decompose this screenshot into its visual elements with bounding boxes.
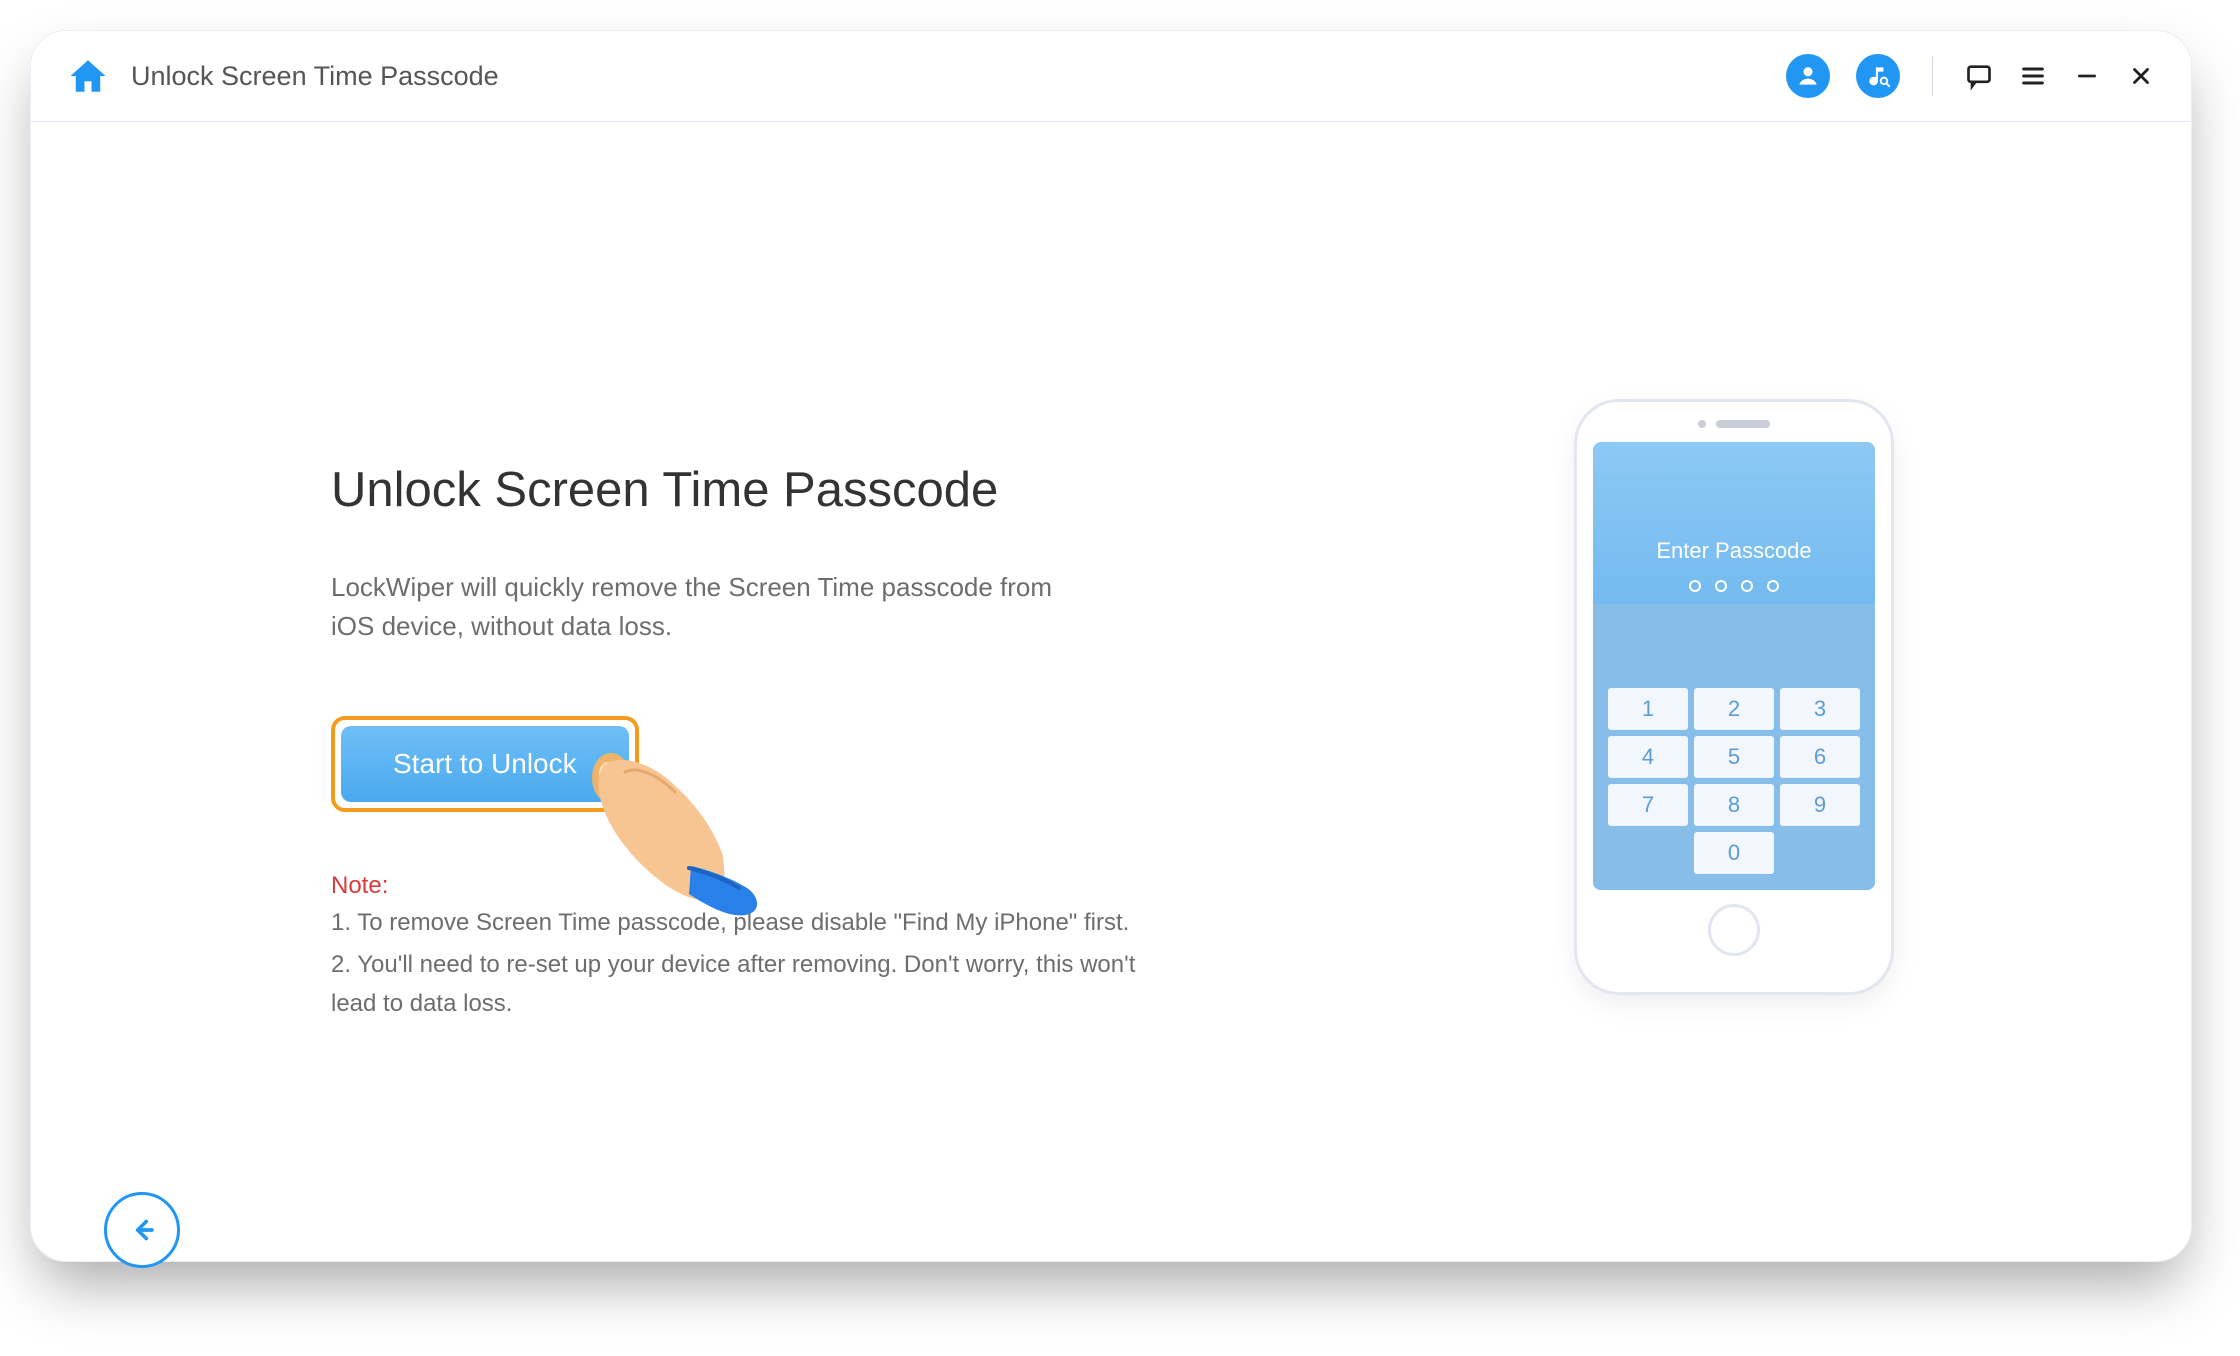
content-area: Unlock Screen Time Passcode LockWiper wi… [31, 122, 2191, 1262]
back-button[interactable] [104, 1192, 180, 1268]
start-unlock-button[interactable]: Start to Unlock [341, 726, 629, 802]
content-heading: Unlock Screen Time Passcode [331, 462, 1231, 518]
minimize-icon[interactable] [2073, 63, 2101, 89]
phone-earpiece [1593, 420, 1875, 428]
phone-home-button-icon [1708, 904, 1760, 956]
topbar-actions [1786, 54, 2155, 98]
key-2: 2 [1694, 688, 1774, 730]
note-header: Note: [331, 872, 1231, 900]
key-3: 3 [1780, 688, 1860, 730]
close-icon[interactable] [2127, 63, 2155, 89]
cta-highlight: Start to Unlock [331, 716, 639, 812]
content-description: LockWiper will quickly remove the Screen… [331, 568, 1091, 646]
key-5: 5 [1694, 736, 1774, 778]
key-0: 0 [1694, 832, 1774, 874]
key-4: 4 [1608, 736, 1688, 778]
key-7: 7 [1608, 784, 1688, 826]
divider [1932, 56, 1933, 96]
note-line-2: 2. You'll need to re-set up your device … [331, 946, 1161, 1023]
app-window: Unlock Screen Time Passcode [30, 30, 2192, 1262]
key-1: 1 [1608, 688, 1688, 730]
top-bar: Unlock Screen Time Passcode [31, 31, 2191, 122]
key-9: 9 [1780, 784, 1860, 826]
user-icon[interactable] [1786, 54, 1830, 98]
phone-illustration: Enter Passcode 1 2 3 4 5 [1577, 402, 1891, 992]
key-6: 6 [1780, 736, 1860, 778]
arrow-left-icon [125, 1213, 159, 1247]
menu-icon[interactable] [2019, 62, 2047, 90]
key-8: 8 [1694, 784, 1774, 826]
music-search-icon[interactable] [1856, 54, 1900, 98]
home-icon[interactable] [67, 55, 109, 97]
phone-screen: Enter Passcode 1 2 3 4 5 [1593, 442, 1875, 890]
note-line-1: 1. To remove Screen Time passcode, pleas… [331, 904, 1161, 942]
feedback-icon[interactable] [1965, 61, 1993, 91]
enter-passcode-label: Enter Passcode [1656, 538, 1811, 564]
note-block: Note: 1. To remove Screen Time passcode,… [331, 872, 1231, 1023]
page-title: Unlock Screen Time Passcode [131, 61, 499, 92]
phone-keypad: 1 2 3 4 5 6 7 8 9 [1593, 604, 1875, 890]
content-left: Unlock Screen Time Passcode LockWiper wi… [331, 462, 1231, 1027]
passcode-dots [1689, 580, 1779, 592]
